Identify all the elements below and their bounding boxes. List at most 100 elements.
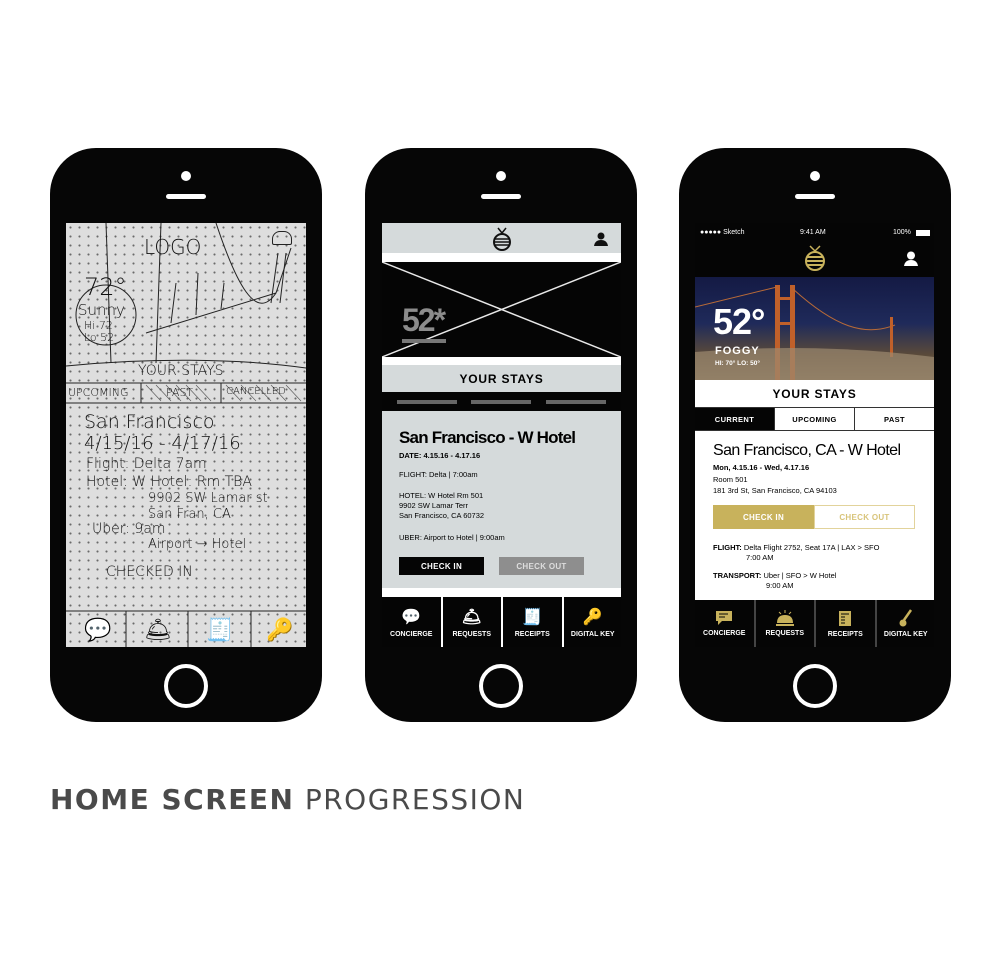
tab-past[interactable]: PAST (166, 386, 193, 399)
status-carrier: ●●●●● Sketch (700, 229, 745, 236)
title-bold: HOME SCREEN (50, 783, 295, 816)
key-icon (899, 609, 912, 627)
nav-requests[interactable]: 🛎 REQUESTS (440, 597, 502, 647)
stay-title: San Francisco, CA - W Hotel (713, 442, 901, 459)
tab-placeholder[interactable] (545, 399, 606, 404)
user-icon[interactable] (593, 232, 609, 246)
flight-details: Delta Flight 2752, Seat 17A | LAX > SFO (743, 543, 880, 552)
key-icon: 🔑 (582, 608, 603, 626)
uber-info: Uber: 9am (92, 521, 166, 537)
camera (810, 171, 820, 181)
user-icon[interactable] (903, 251, 919, 266)
weather-placeholder-bar (402, 339, 446, 343)
bell-icon: 🛎 (461, 608, 482, 626)
transport-info: TRANSPORT: Uber | SFO > W Hotel 9:00 AM (713, 571, 836, 591)
flight-info: FLIGHT: Delta | 7:00am (399, 470, 478, 479)
tab-past[interactable]: PAST (854, 408, 934, 430)
chat-icon (716, 611, 733, 625)
nav-concierge[interactable]: CONCIERGE (695, 600, 754, 647)
nav-label: REQUESTS (452, 630, 491, 638)
flight-time: 7:00 AM (746, 553, 774, 562)
logo-icon (493, 227, 511, 251)
transport-details: Uber | SFO > W Hotel (763, 571, 837, 580)
tab-placeholder[interactable] (471, 399, 532, 404)
hotel-address-2: San Fran, CA (148, 507, 231, 522)
logo-icon (805, 245, 825, 271)
tab-upcoming[interactable]: UPCOMING (68, 386, 129, 399)
flight-label: FLIGHT: (713, 543, 742, 552)
logo-placeholder: LOGO (144, 235, 202, 259)
nav-label: RECEIPTS (514, 630, 550, 638)
nav-digital-key[interactable]: 🔑 DIGITAL KEY (561, 597, 622, 647)
nav-label: CONCIERGE (390, 630, 433, 638)
receipt-icon[interactable]: 🧾 (206, 618, 233, 643)
status-time: 9:41 AM (800, 229, 826, 236)
your-stays-heading: YOUR STAYS (772, 386, 857, 401)
nav-concierge[interactable]: 💬 CONCIERGE (382, 597, 441, 647)
receipt-icon: 🧾 (522, 608, 543, 626)
chat-icon[interactable]: 💬 (84, 618, 111, 643)
speaker (481, 194, 521, 199)
home-button (479, 664, 523, 708)
camera (496, 171, 506, 181)
your-stays-heading: YOUR STAYS (382, 365, 621, 392)
hotel-line: HOTEL: W Hotel Rm 501 (399, 491, 484, 500)
bell-icon[interactable]: 🛎 (144, 618, 172, 643)
hotel-line: 9902 SW Lamar Terr (399, 501, 469, 510)
nav-receipts[interactable]: RECEIPTS (814, 600, 875, 647)
phone-sketch: LOGO 72° Sunny Hi 72 Lo 52 YOUR STAYS UP… (50, 148, 322, 722)
your-stays-heading: YOUR STAYS (138, 363, 224, 379)
stay-dates: 4/15/16 - 4/17/16 (84, 433, 241, 454)
uber-info: UBER: Airport to Hotel | 9:00am (399, 533, 505, 542)
check-in-button[interactable]: CHECK IN (713, 505, 814, 529)
checked-in-status[interactable]: CHECKED IN (106, 564, 193, 580)
bottom-nav: CONCIERGE REQUESTS RECEIPTS DIGITAL KEY (695, 600, 934, 647)
weather-condition: FOGGY (715, 345, 760, 357)
user-icon[interactable] (272, 231, 292, 245)
weather-hero: 52° FOGGY HI: 70° LO: 50° (695, 277, 934, 380)
nav-requests[interactable]: REQUESTS (753, 600, 815, 647)
hotel-info: HOTEL: W Hotel Rm 501 9902 SW Lamar Terr… (399, 491, 484, 521)
nav-receipts[interactable]: 🧾 RECEIPTS (501, 597, 562, 647)
phone-wireframe: 52* YOUR STAYS San Francisco - W Hotel D… (365, 148, 637, 722)
transport-time: 9:00 AM (766, 581, 794, 590)
nav-label: DIGITAL KEY (883, 631, 928, 638)
sketch-screen: LOGO 72° Sunny Hi 72 Lo 52 YOUR STAYS UP… (66, 223, 306, 647)
temperature: 72° (84, 273, 127, 301)
temperature: 52° (713, 301, 765, 342)
speaker (795, 194, 835, 199)
check-out-button[interactable]: CHECK OUT (499, 557, 584, 575)
stay-tabs (382, 392, 621, 411)
hero-image-placeholder: 52* (382, 262, 621, 357)
final-screen: ●●●●● Sketch 9:41 AM 100% 52° FOGGY HI: … (695, 223, 934, 647)
tab-current[interactable]: CURRENT (695, 408, 774, 430)
nav-label: DIGITAL KEY (570, 630, 615, 638)
camera (181, 171, 191, 181)
title-regular: PROGRESSION (304, 783, 526, 816)
uber-route: Airport → Hotel (148, 537, 247, 552)
wireframe-screen: 52* YOUR STAYS San Francisco - W Hotel D… (382, 223, 621, 647)
room-number: Room 501 (713, 475, 748, 484)
phone-final: ●●●●● Sketch 9:41 AM 100% 52° FOGGY HI: … (679, 148, 951, 722)
check-out-button[interactable]: CHECK OUT (814, 505, 915, 529)
hotel-address-1: 9902 SW Lamar st (148, 491, 268, 506)
tab-placeholder[interactable] (397, 399, 458, 404)
home-button (164, 664, 208, 708)
tab-upcoming[interactable]: UPCOMING (774, 408, 854, 430)
temperature: 52* (402, 302, 446, 338)
bottom-nav: 💬 CONCIERGE 🛎 REQUESTS 🧾 RECEIPTS 🔑 DIGITAL … (382, 597, 621, 647)
nav-digital-key[interactable]: DIGITAL KEY (874, 600, 935, 647)
receipt-icon (839, 610, 852, 626)
hotel-info: Hotel: W Hotel: Rm TBA (86, 474, 252, 490)
stay-card: San Francisco - W Hotel DATE: 4.15.16 - … (382, 411, 621, 588)
key-icon[interactable]: 🔑 (266, 618, 293, 643)
chat-icon: 💬 (401, 608, 422, 626)
flight-info: Flight: Delta 7am (86, 456, 207, 472)
nav-label: REQUESTS (765, 630, 804, 637)
status-battery: 100% (893, 229, 911, 236)
header: ●●●●● Sketch 9:41 AM 100% (695, 223, 934, 277)
check-in-button[interactable]: CHECK IN (399, 557, 484, 575)
tab-cancelled[interactable]: CANCELLED (226, 386, 286, 397)
speaker (166, 194, 206, 199)
header (382, 223, 621, 253)
